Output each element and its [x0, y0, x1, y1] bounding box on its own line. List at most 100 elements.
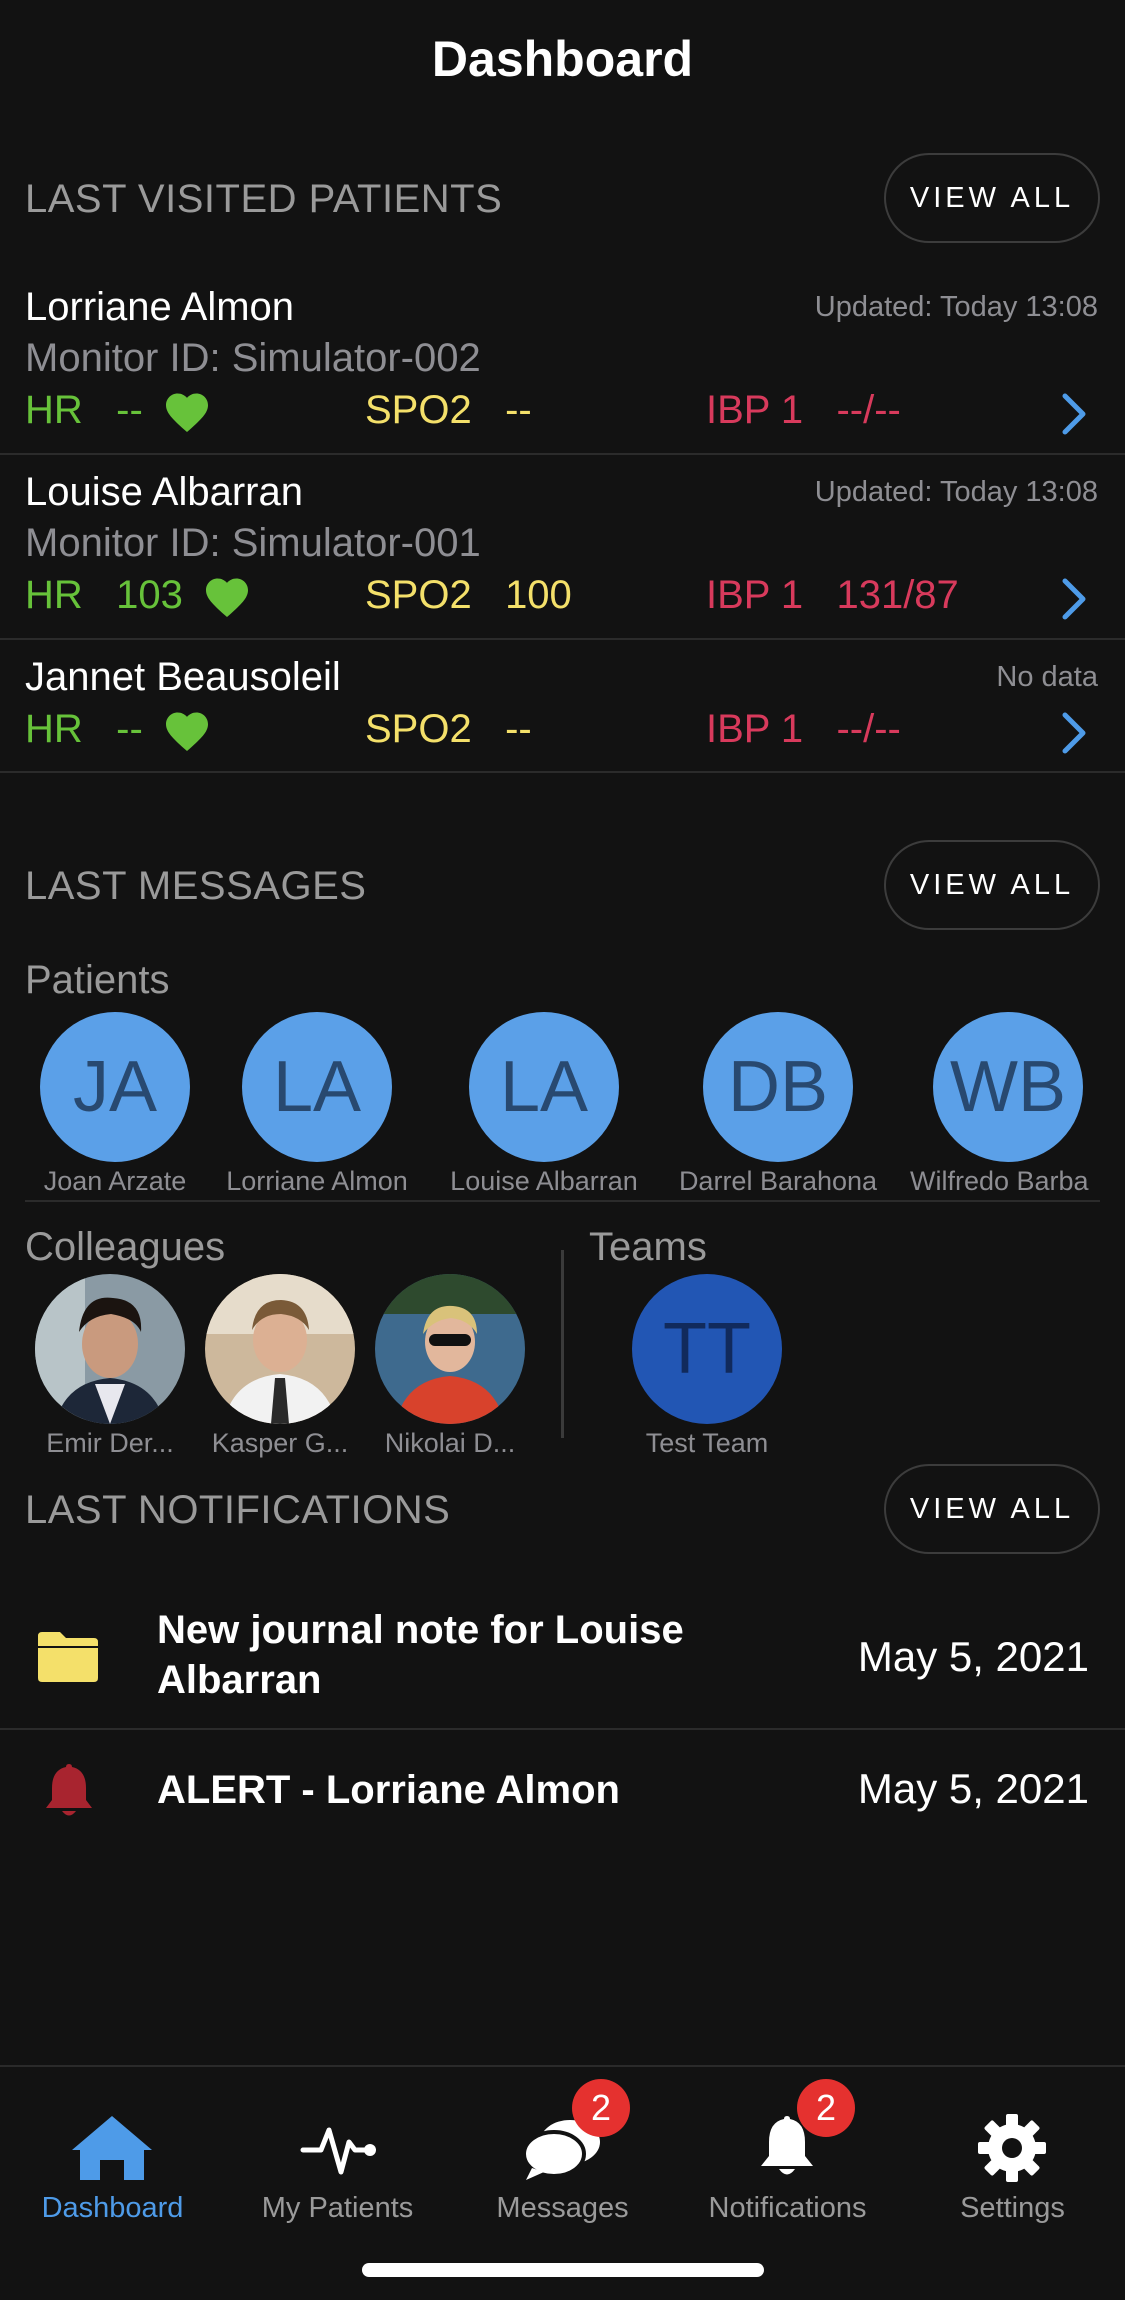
hr-vital: HR --	[25, 388, 210, 433]
avatar-name: Test Team	[645, 1428, 769, 1458]
patient-name: Lorriane Almon	[25, 285, 295, 329]
view-all-patients-button[interactable]: VIEW ALL	[884, 153, 1100, 243]
avatar: DB	[703, 1012, 853, 1162]
patient-row[interactable]: Lorriane Almon Updated: Today 13:08 Moni…	[0, 270, 1125, 455]
tab-notifications[interactable]: 2 Notifications	[675, 2067, 900, 2237]
spo2-value: --	[505, 707, 532, 751]
monitor-id: Monitor ID: Simulator-001	[25, 521, 481, 565]
chevron-right-icon	[1062, 393, 1086, 435]
hr-label: HR	[25, 388, 83, 432]
bell-icon	[46, 1764, 92, 1816]
notification-title: ALERT - Lorriane Almon	[157, 1768, 620, 1812]
tab-dashboard[interactable]: Dashboard	[0, 2067, 225, 2237]
patient-row[interactable]: Jannet Beausoleil No data HR -- SPO2 -- …	[0, 640, 1125, 773]
avatar: JA	[40, 1012, 190, 1162]
notification-date: May 5, 2021	[857, 1633, 1089, 1680]
messages-badge: 2	[572, 2079, 630, 2137]
pulse-icon	[300, 2127, 376, 2175]
message-patient-avatar[interactable]: LA Lorriane Almon	[207, 1012, 427, 1197]
avatar-photo	[35, 1274, 185, 1424]
last-messages-header: LAST MESSAGES VIEW ALL	[0, 840, 1125, 930]
section-title: LAST MESSAGES	[25, 864, 367, 908]
avatar-name: Lorriane Almon	[226, 1166, 408, 1196]
home-indicator	[362, 2263, 764, 2277]
tab-label: Settings	[960, 2192, 1065, 2224]
heart-icon	[165, 393, 208, 433]
message-patient-avatar[interactable]: JA Joan Arzate	[5, 1012, 225, 1197]
avatar: LA	[242, 1012, 392, 1162]
ibp-label: IBP 1	[706, 707, 804, 751]
tab-messages[interactable]: 2 Messages	[450, 2067, 675, 2237]
tab-label: My Patients	[261, 2192, 414, 2224]
avatar-photo	[205, 1274, 355, 1424]
colleagues-label: Colleagues	[25, 1225, 226, 1269]
notifications-badge: 2	[797, 2079, 855, 2137]
notification-title: New journal note for Louise Albarran	[157, 1608, 684, 1702]
avatar: WB	[933, 1012, 1083, 1162]
spo2-value: --	[505, 388, 532, 432]
hr-label: HR	[25, 707, 83, 751]
heart-icon	[165, 712, 208, 752]
notification-item[interactable]: New journal note for Louise Albarran May…	[0, 1585, 1125, 1730]
patient-name: Jannet Beausoleil	[25, 655, 341, 699]
avatar-name: Louise Albarran	[450, 1166, 638, 1196]
ibp-vital: IBP 1 --/--	[706, 388, 901, 433]
teams-label: Teams	[589, 1225, 707, 1269]
bell-icon	[761, 2116, 813, 2175]
view-all-messages-button[interactable]: VIEW ALL	[884, 840, 1100, 930]
avatar: TT	[632, 1274, 782, 1424]
ibp-vital: IBP 1 --/--	[706, 707, 901, 752]
notification-date: May 5, 2021	[857, 1765, 1089, 1812]
home-icon	[72, 2116, 152, 2180]
tab-my-patients[interactable]: My Patients	[225, 2067, 450, 2237]
message-patient-avatar[interactable]: WB Wilfredo Barba	[898, 1012, 1100, 1197]
header: Dashboard	[0, 0, 1125, 130]
monitor-id: Monitor ID: Simulator-002	[25, 336, 481, 380]
hr-vital: HR --	[25, 707, 210, 752]
updated-time: Updated: Today 13:08	[814, 291, 1098, 323]
tab-label: Messages	[496, 2192, 629, 2224]
patient-row[interactable]: Louise Albarran Updated: Today 13:08 Mon…	[0, 455, 1125, 640]
spo2-vital: SPO2 100	[365, 573, 572, 618]
notification-item[interactable]: ALERT - Lorriane Almon May 5, 2021	[0, 1730, 1125, 1850]
chevron-right-icon	[1062, 712, 1086, 754]
folder-icon	[38, 1632, 98, 1682]
spo2-vital: SPO2 --	[365, 388, 532, 433]
avatar-name: Wilfredo Barba	[910, 1166, 1089, 1196]
section-title: LAST NOTIFICATIONS	[25, 1488, 451, 1532]
hr-value: --	[116, 707, 143, 751]
tab-label: Notifications	[708, 2192, 867, 2224]
updated-time: No data	[996, 661, 1098, 693]
ibp-value: --/--	[836, 707, 901, 751]
last-notifications-header: LAST NOTIFICATIONS VIEW ALL	[0, 1464, 1125, 1554]
team-avatar[interactable]: TT Test Team	[597, 1274, 817, 1459]
ibp-label: IBP 1	[706, 573, 804, 617]
message-patient-avatar[interactable]: LA Louise Albarran	[434, 1012, 654, 1197]
hr-value: --	[116, 388, 143, 432]
ibp-label: IBP 1	[706, 388, 804, 432]
message-patient-avatar[interactable]: DB Darrel Barahona	[668, 1012, 888, 1197]
hr-vital: HR 103	[25, 573, 250, 618]
avatar: LA	[469, 1012, 619, 1162]
gear-icon	[978, 2114, 1046, 2182]
divider	[25, 1200, 1100, 1202]
view-all-notifications-button[interactable]: VIEW ALL	[884, 1464, 1100, 1554]
ibp-vital: IBP 1 131/87	[706, 573, 959, 618]
spo2-value: 100	[505, 573, 572, 617]
tab-label: Dashboard	[41, 2192, 184, 2224]
avatar-photo	[375, 1274, 525, 1424]
avatar-name: Darrel Barahona	[678, 1166, 878, 1196]
colleague-avatar[interactable]: Nikolai D...	[340, 1274, 560, 1459]
avatar-name: Joan Arzate	[43, 1166, 187, 1196]
chevron-right-icon	[1062, 578, 1086, 620]
chat-bubbles-icon	[522, 2120, 600, 2180]
ibp-value: --/--	[836, 388, 901, 432]
tab-settings[interactable]: Settings	[900, 2067, 1125, 2237]
page-title: Dashboard	[431, 31, 694, 87]
spo2-label: SPO2	[365, 707, 472, 751]
spo2-label: SPO2	[365, 573, 472, 617]
patients-label: Patients	[25, 958, 170, 1002]
hr-value: 103	[116, 573, 183, 617]
updated-time: Updated: Today 13:08	[814, 476, 1098, 508]
last-visited-header: LAST VISITED PATIENTS VIEW ALL	[0, 153, 1125, 243]
